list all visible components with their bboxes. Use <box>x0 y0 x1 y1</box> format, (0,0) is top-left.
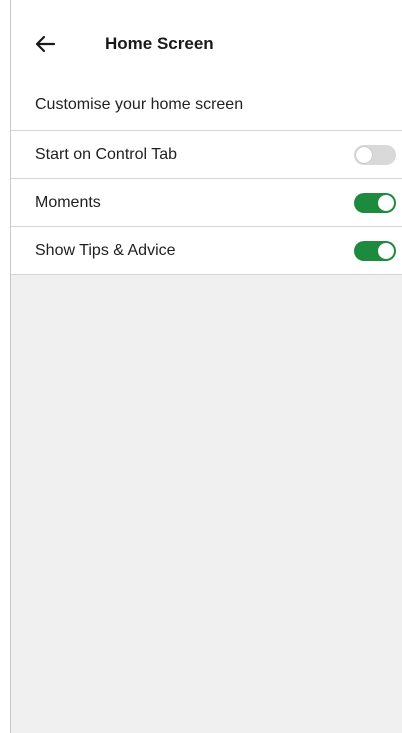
toggle-knob <box>356 147 372 163</box>
screen-frame: Home Screen Customise your home screen S… <box>10 0 402 733</box>
moments-toggle[interactable] <box>354 193 396 213</box>
start-on-control-tab-toggle[interactable] <box>354 145 396 165</box>
setting-label: Moments <box>35 194 101 211</box>
arrow-left-icon <box>33 32 57 61</box>
setting-row-show-tips-advice[interactable]: Show Tips & Advice <box>11 226 402 275</box>
back-button[interactable] <box>25 26 65 66</box>
setting-label: Start on Control Tab <box>35 146 178 163</box>
setting-row-start-on-control-tab[interactable]: Start on Control Tab <box>11 130 402 178</box>
page-title: Home Screen <box>105 34 214 53</box>
setting-label: Show Tips & Advice <box>35 242 176 259</box>
show-tips-advice-toggle[interactable] <box>354 241 396 261</box>
settings-list: Start on Control Tab Moments Show Tips &… <box>11 130 402 275</box>
section-header: Customise your home screen <box>11 90 402 130</box>
toggle-knob <box>378 243 394 259</box>
toggle-knob <box>378 195 394 211</box>
app-header: Home Screen <box>11 0 402 90</box>
setting-row-moments[interactable]: Moments <box>11 178 402 226</box>
section-heading: Customise your home screen <box>35 96 244 113</box>
